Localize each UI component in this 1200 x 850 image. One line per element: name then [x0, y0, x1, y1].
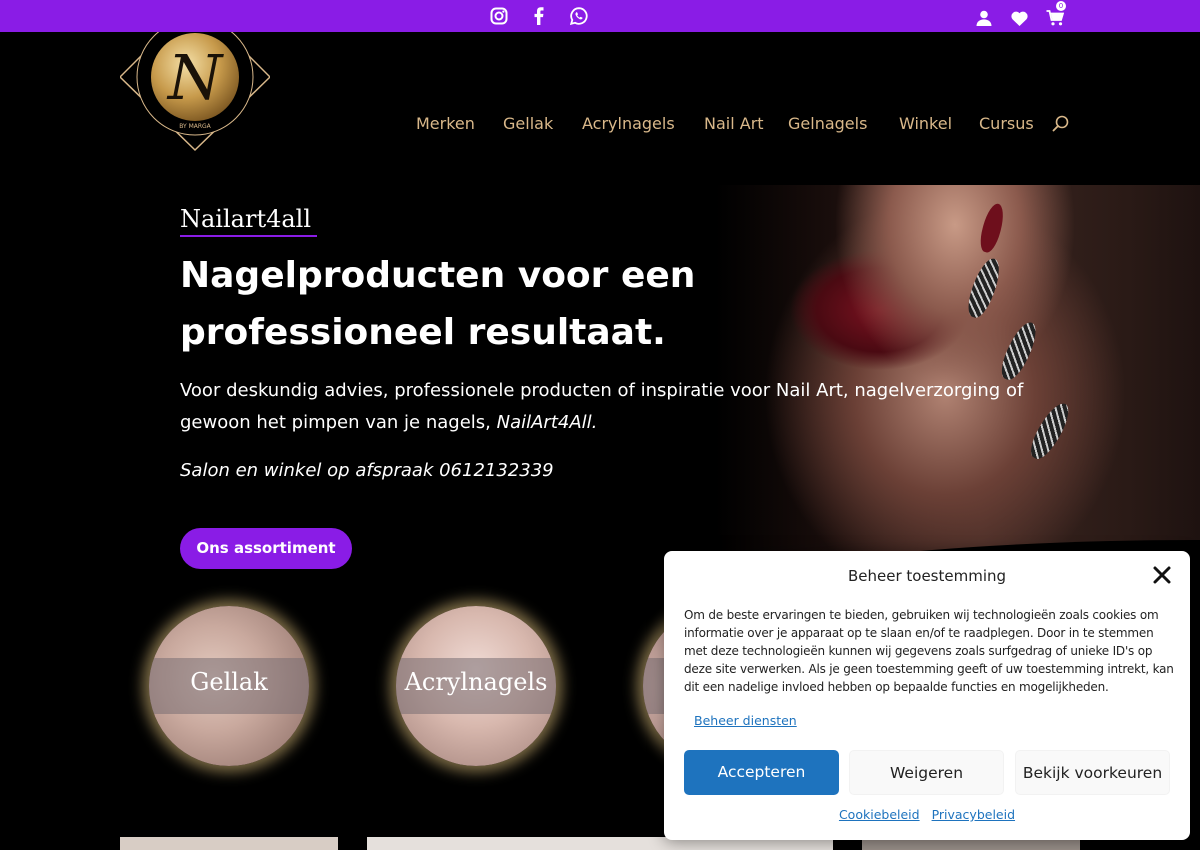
nav-item-merken[interactable]: Merken	[416, 114, 475, 133]
consent-body: Om de beste ervaringen te bieden, gebrui…	[684, 608, 1174, 694]
deny-button[interactable]: Weigeren	[849, 750, 1004, 795]
nail-decoration	[976, 201, 1008, 255]
site-header: N BY MARGA Merken Gellak Acrylnagels Nai…	[0, 0, 1200, 185]
hero-intro: Voor deskundig advies, professionele pro…	[180, 375, 1040, 439]
svg-text:N: N	[166, 41, 225, 114]
search-icon[interactable]	[1052, 115, 1070, 133]
nav-item-nail-art[interactable]: Nail Art	[704, 114, 764, 133]
facebook-icon[interactable]	[529, 6, 549, 26]
cart-count-badge: 0	[1056, 1, 1066, 11]
heart-icon[interactable]	[1010, 9, 1028, 27]
top-bar: 0	[0, 0, 1200, 32]
nav-item-gellak[interactable]: Gellak	[503, 114, 553, 133]
close-icon[interactable]	[1152, 565, 1172, 585]
svg-text:BY MARGA: BY MARGA	[179, 123, 211, 130]
nav-item-winkel[interactable]: Winkel	[899, 114, 952, 133]
nail-decoration	[963, 255, 1005, 321]
hero-intro-text: Voor deskundig advies, professionele pro…	[180, 380, 1024, 433]
cart-icon[interactable]	[1046, 9, 1064, 27]
nav-item-gelnagels[interactable]: Gelnagels	[788, 114, 867, 133]
category-card-gellak[interactable]: Gellak	[149, 606, 309, 766]
category-card-acrylnagels[interactable]: Acrylnagels	[396, 606, 556, 766]
hero-kicker: Nailart4all	[180, 205, 318, 237]
category-label: Gellak	[190, 668, 268, 696]
product-thumbnail[interactable]	[120, 837, 338, 850]
assortment-button[interactable]: Ons assortiment	[180, 528, 352, 569]
manage-services-link[interactable]: Beheer diensten	[694, 713, 797, 728]
consent-title: Beheer toestemming	[847, 567, 1007, 585]
view-preferences-button[interactable]: Bekijk voorkeuren	[1015, 750, 1170, 795]
accept-button[interactable]: Accepteren	[684, 750, 839, 795]
nav-item-acrylnagels[interactable]: Acrylnagels	[582, 114, 675, 133]
category-label: Acrylnagels	[404, 668, 548, 696]
whatsapp-icon[interactable]	[569, 6, 589, 26]
instagram-icon[interactable]	[489, 6, 509, 26]
nav-item-cursus[interactable]: Cursus	[979, 114, 1034, 133]
consent-policy-links: Cookiebeleid Privacybeleid	[664, 807, 1190, 822]
hero-headline: Nagelproducten voor een professioneel re…	[180, 255, 696, 353]
site-logo[interactable]: N BY MARGA	[118, 0, 272, 182]
privacy-policy-link[interactable]: Privacybeleid	[932, 807, 1015, 822]
hero-salon-text: Salon en winkel op afspraak 0612132339	[180, 460, 554, 481]
user-icon[interactable]	[975, 9, 993, 27]
hero-intro-emphasis: NailArt4All.	[496, 412, 598, 433]
cookie-consent-dialog: Beheer toestemming Om de beste ervaringe…	[664, 551, 1190, 840]
cookie-policy-link[interactable]: Cookiebeleid	[839, 807, 920, 822]
nail-decoration	[995, 318, 1043, 384]
